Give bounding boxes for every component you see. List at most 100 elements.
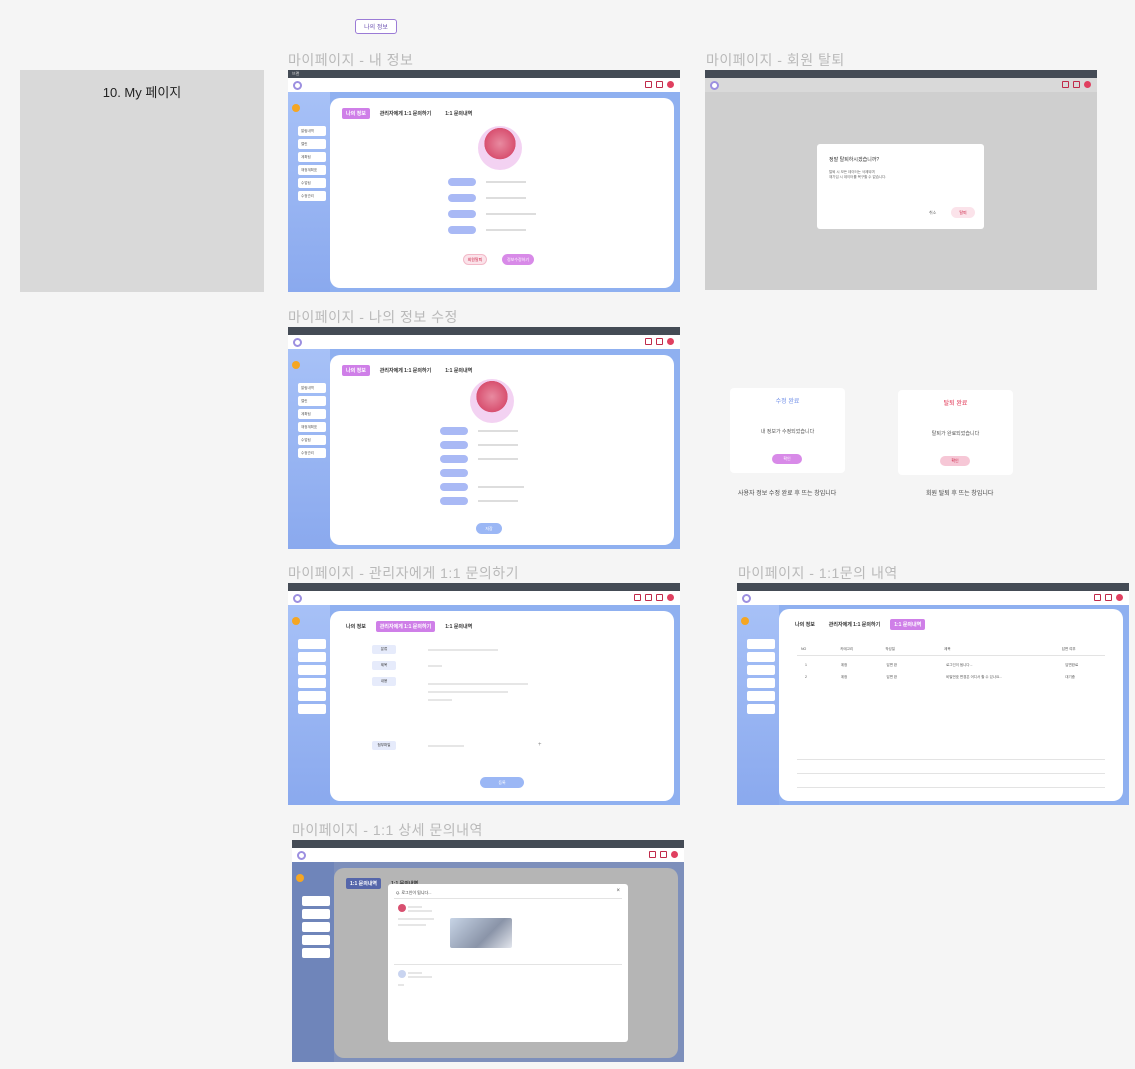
window-title: 브랜 <box>292 71 300 76</box>
logo-icon <box>293 81 302 90</box>
frame-edit-info: 알림내역 캘린 계획팀 재정계획표 수업팀 수정관리 나의 정보 관리자에게 1… <box>288 327 680 549</box>
frame-detail: 1:1 문의내역 1:1 문의내역 Q. 로그인이 됩니다... × <box>292 840 684 1062</box>
sidebar-item[interactable]: 계획팀 <box>298 409 326 419</box>
edit-panel: 나의 정보 관리자에게 1:1 문의하기 1:1 문의내역 저장 <box>330 355 674 545</box>
cell: 계정 <box>840 675 848 679</box>
withdraw-modal: 정말 탈퇴하시겠습니까? 탈퇴 시 모든 데이터는 삭제되며 재가입 시 데이터… <box>817 144 984 229</box>
alert-caption: 사용자 정보 수정 완료 후 뜨는 창입니다 <box>738 491 837 497</box>
inquiry-panel: 나의 정보 관리자에게 1:1 문의하기 1:1 문의내역 분류 제목 내용 첨… <box>330 611 674 801</box>
frame-label-detail: 마이페이지 - 1:1 상세 문의내역 <box>292 822 483 838</box>
tab-history[interactable]: 1:1 문의내역 <box>346 878 382 889</box>
frame-history: 나의 정보 관리자에게 1:1 문의하기 1:1 문의내역 NO 카테고리 작성… <box>737 583 1129 805</box>
cell: 2 <box>805 675 807 679</box>
section-card: 10. My 페이지 <box>20 70 264 292</box>
frame-withdraw: 정말 탈퇴하시겠습니까? 탈퇴 시 모든 데이터는 삭제되며 재가입 시 데이터… <box>705 70 1097 290</box>
detail-modal-title: Q. 로그인이 됩니다... <box>396 890 432 895</box>
modal-body-line: 재가입 시 데이터를 복구할 수 없습니다. <box>829 175 887 179</box>
tab-inquiry[interactable]: 관리자에게 1:1 문의하기 <box>376 365 435 376</box>
withdraw-button[interactable]: 회원탈퇴 <box>463 254 487 265</box>
cancel-button[interactable]: 취소 <box>929 210 936 216</box>
sidebar-item[interactable]: 알림내역 <box>298 383 326 393</box>
tab-history[interactable]: 1:1 문의내역 <box>441 621 476 632</box>
frame-my-info: 브랜 알림내역 캘린 계획팀 재정계획표 수업팀 수정관리 나의 정보 관리자에… <box>288 70 680 292</box>
submit-button[interactable]: 등록 <box>480 777 524 788</box>
tab-history[interactable]: 1:1 문의내역 <box>441 108 476 119</box>
tab-history[interactable]: 1:1 문의내역 <box>890 619 926 630</box>
col-date: 작성일 <box>885 647 895 651</box>
alert-message: 탈퇴가 완료되었습니다 <box>931 431 980 437</box>
share-icon[interactable] <box>645 81 652 88</box>
tab-my-info[interactable]: 나의 정보 <box>342 108 370 119</box>
sidebar-item[interactable]: 수업팀 <box>298 435 326 445</box>
frame-label-my-info: 마이페이지 - 내 정보 <box>288 52 414 68</box>
attached-photo[interactable] <box>450 918 512 948</box>
avatar <box>398 904 406 912</box>
edit-complete-alert: 수정 완료 내 정보가 수정되었습니다 확인 <box>730 388 845 473</box>
sidebar-item[interactable]: 계획팀 <box>298 152 326 162</box>
sidebar-item[interactable]: 재정계획표 <box>298 165 326 175</box>
col-title: 제목 <box>944 647 951 651</box>
cell: 계정 <box>840 663 848 667</box>
cell: 답변 완 <box>886 663 898 667</box>
alert-title: 수정 완료 <box>775 399 800 405</box>
alert-message: 내 정보가 수정되었습니다 <box>760 429 815 435</box>
title-label: 제목 <box>372 661 396 670</box>
tab-my-info[interactable]: 나의 정보 <box>342 621 370 632</box>
cell: 로그인이 됩니다... <box>946 663 973 667</box>
frame-label-history: 마이페이지 - 1:1문의 내역 <box>738 565 898 581</box>
profile-icon[interactable] <box>667 81 674 88</box>
frame-label-withdraw: 마이페이지 - 회원 탈퇴 <box>706 52 845 68</box>
col-no: NO <box>801 647 807 651</box>
modal-title: 정말 탈퇴하시겠습니까? <box>829 157 880 163</box>
sidebar-item[interactable]: 수업팀 <box>298 178 326 188</box>
cell: 대기중 <box>1065 675 1075 679</box>
sidebar: 알림내역 캘린 계획팀 재정계획표 수업팀 수정관리 <box>288 92 330 292</box>
profile-avatar <box>478 126 522 170</box>
alert-title: 탈퇴 완료 <box>943 401 968 407</box>
close-icon[interactable]: × <box>616 888 620 894</box>
alert-confirm-button[interactable]: 확인 <box>940 456 970 466</box>
cell: 답변완료 <box>1065 663 1079 667</box>
bell-icon[interactable] <box>656 81 663 88</box>
sidebar-item[interactable]: 캘린 <box>298 139 326 149</box>
cell: 1 <box>805 663 807 667</box>
attach-plus-icon[interactable]: + <box>538 742 542 748</box>
alert-confirm-button[interactable]: 확인 <box>772 454 802 464</box>
profile-avatar-edit[interactable] <box>470 379 514 423</box>
tab-history[interactable]: 1:1 문의내역 <box>441 365 476 376</box>
content-label: 내용 <box>372 677 396 686</box>
sidebar-item[interactable]: 캘린 <box>298 396 326 406</box>
table-row[interactable]: 1 계정 답변 완 로그인이 됩니다... 답변완료 <box>805 663 1105 668</box>
confirm-withdraw-button[interactable]: 탈퇴 <box>951 207 975 218</box>
tab-inquiry[interactable]: 관리자에게 1:1 문의하기 <box>376 108 435 119</box>
frame-label-inquiry: 마이페이지 - 관리자에게 1:1 문의하기 <box>288 565 520 581</box>
sidebar-item[interactable]: 수정관리 <box>298 191 326 201</box>
table-header: NO 카테고리 작성일 제목 답변 여부 <box>801 647 1101 652</box>
my-info-tag: 나의 정보 <box>355 19 397 34</box>
avatar <box>292 104 300 112</box>
attachment-label: 첨부파일 <box>372 741 396 750</box>
alert-caption: 회원 탈퇴 후 뜨는 창입니다 <box>926 491 994 497</box>
detail-modal: Q. 로그인이 됩니다... × <box>388 884 628 1042</box>
sidebar-item[interactable]: 알림내역 <box>298 126 326 136</box>
cell: 답변 완 <box>886 675 898 679</box>
sidebar-item[interactable]: 수정관리 <box>298 448 326 458</box>
frame-label-edit: 마이페이지 - 나의 정보 수정 <box>288 309 458 325</box>
tab-inquiry[interactable]: 관리자에게 1:1 문의하기 <box>375 621 436 632</box>
col-answer: 답변 여부 <box>1061 647 1076 651</box>
withdraw-complete-alert: 탈퇴 완료 탈퇴가 완료되었습니다 확인 <box>898 390 1013 475</box>
tab-inquiry[interactable]: 관리자에게 1:1 문의하기 <box>825 619 884 630</box>
edit-info-button[interactable]: 정보수정하기 <box>502 254 534 265</box>
tab-my-info[interactable]: 나의 정보 <box>791 619 819 630</box>
col-category: 카테고리 <box>840 647 854 651</box>
table-row[interactable]: 2 계정 답변 완 비밀번호 변경은 어디서 할 수 있나요... 대기중 <box>805 675 1105 680</box>
tab-my-info[interactable]: 나의 정보 <box>342 365 370 376</box>
cell: 비밀번호 변경은 어디서 할 수 있나요... <box>946 675 1003 679</box>
category-label: 분류 <box>372 645 396 654</box>
history-panel: 나의 정보 관리자에게 1:1 문의하기 1:1 문의내역 NO 카테고리 작성… <box>779 609 1123 801</box>
section-title: 10. My 페이지 <box>102 85 182 100</box>
sidebar-item[interactable]: 재정계획표 <box>298 422 326 432</box>
admin-avatar <box>398 970 406 978</box>
frame-inquiry: 나의 정보 관리자에게 1:1 문의하기 1:1 문의내역 분류 제목 내용 첨… <box>288 583 680 805</box>
save-button[interactable]: 저장 <box>476 523 502 534</box>
